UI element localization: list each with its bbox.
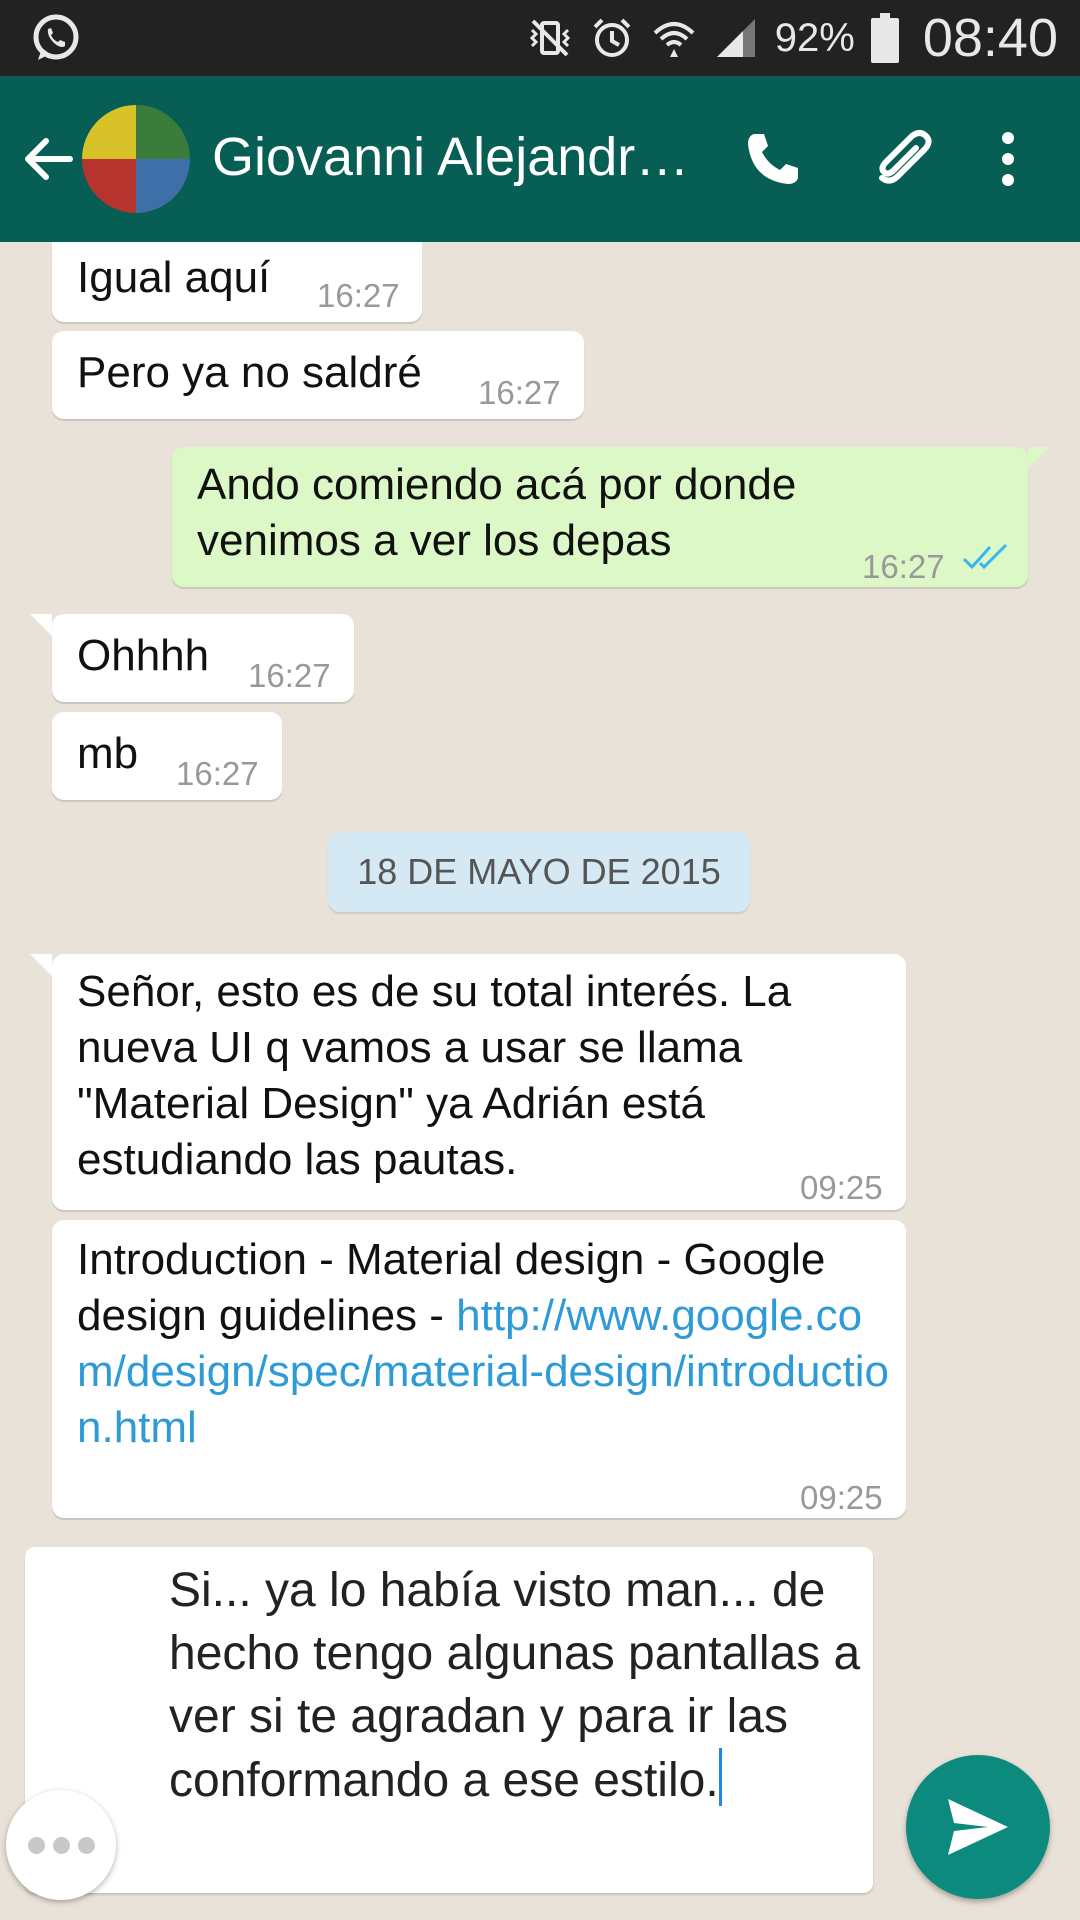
message-outgoing[interactable]: Ando comiendo acá por donde venimos a ve… [172,447,1028,587]
dot-icon [77,1836,95,1854]
message-incoming[interactable]: Pero ya no saldré 16:27 [52,331,584,419]
battery-icon [870,13,899,63]
message-text: Ando comiendo acá por donde venimos a ve… [197,460,797,565]
wifi-icon [653,22,695,57]
message-time: 16:27 [248,657,331,694]
message-incoming-link[interactable]: Introduction - Material design - Google … [52,1220,906,1518]
contact-avatar[interactable] [82,105,190,213]
message-incoming[interactable]: Igual aquí 16:27 [52,242,422,322]
chat-header: Giovanni Alejandro Ruiz [0,76,1080,242]
message-text: Ohhhh [77,631,210,680]
message-incoming[interactable]: Ohhhh 16:27 [52,614,354,702]
message-text: Señor, esto es de su total interés. La n… [77,967,792,1184]
status-bar: 92% 08:40 [0,0,1080,76]
message-input[interactable]: Si... ya lo había visto man... de hecho … [25,1547,873,1893]
message-time: 16:27 [176,755,259,792]
battery-percent: 92% [774,15,855,60]
message-incoming[interactable]: mb 16:27 [52,712,282,800]
back-arrow-icon[interactable] [18,129,78,189]
dot-icon [52,1836,70,1854]
bubble-tail [1028,447,1050,469]
attach-icon[interactable] [872,126,938,192]
message-incoming[interactable]: Señor, esto es de su total interés. La n… [52,954,906,1210]
message-time: 16:27 [478,374,561,411]
phone-icon[interactable] [740,126,806,192]
message-time: 16:27 [862,548,945,585]
send-icon [948,1799,1008,1855]
message-text: Igual aquí [77,253,271,302]
message-text: Introduction - Material design - Google … [77,1232,897,1456]
message-time: 16:27 [317,277,400,314]
dot-icon [27,1836,45,1854]
message-text: mb [77,729,139,778]
bubble-tail [30,954,52,976]
date-divider: 18 DE MAYO DE 2015 [328,832,750,912]
message-text: Pero ya no saldré [77,348,422,397]
read-receipt-icon [962,543,1008,570]
message-time: 09:25 [800,1479,883,1516]
vibrate-mute-icon [529,19,570,57]
whatsapp-icon [33,14,79,60]
draft-text[interactable]: Si... ya lo había visto man... de hecho … [169,1564,874,1807]
signal-icon [716,19,755,57]
more-options-icon[interactable] [990,126,1026,192]
more-input-options-button[interactable] [6,1790,116,1900]
text-caret [718,1748,722,1806]
bubble-tail [30,614,52,636]
message-time: 09:25 [800,1169,883,1206]
contact-name[interactable]: Giovanni Alejandro Ruiz [212,126,712,188]
alarm-icon [593,18,631,57]
send-button[interactable] [906,1755,1050,1899]
clock: 08:40 [922,8,1058,68]
